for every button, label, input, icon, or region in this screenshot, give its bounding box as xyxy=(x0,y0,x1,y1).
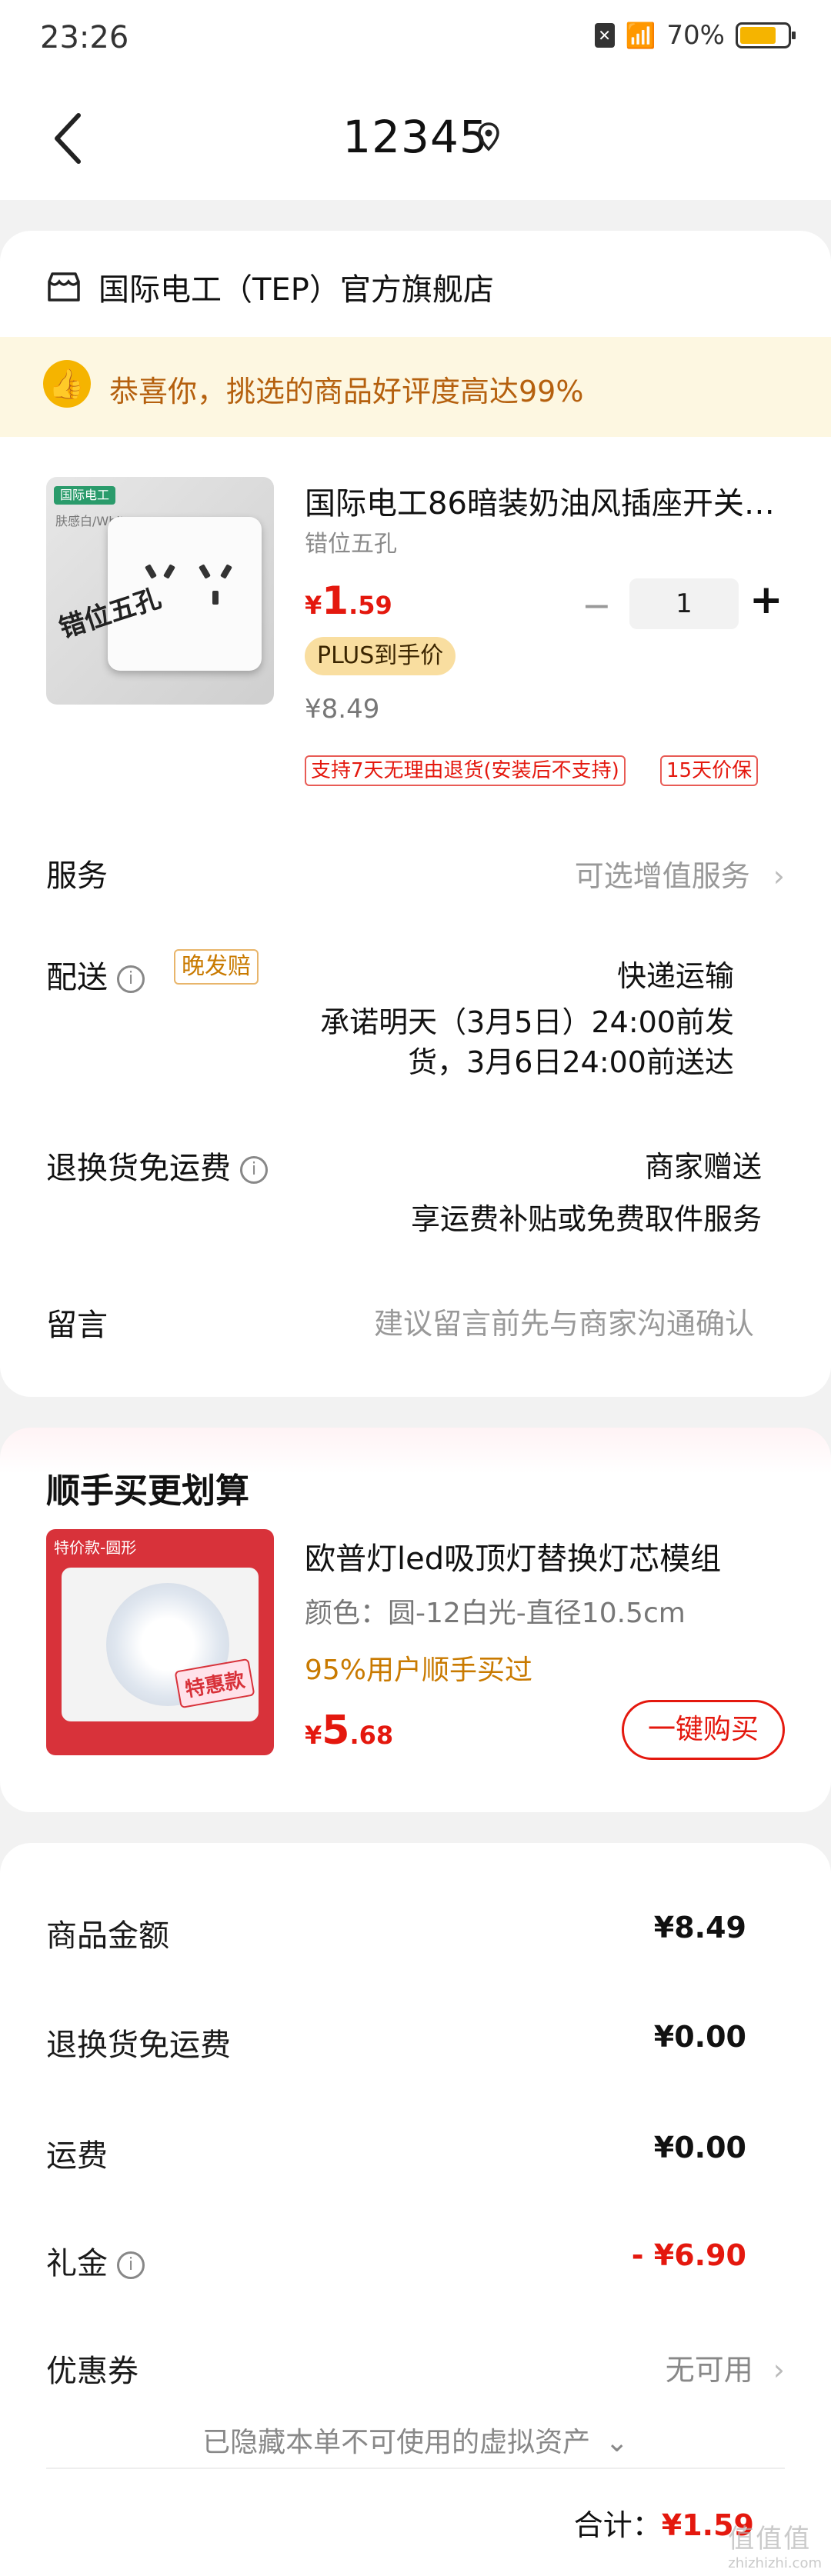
service-value-text: 可选增值服务 xyxy=(574,859,750,893)
chevron-right-icon: › xyxy=(773,2353,785,2387)
return-policy-tag: 支持7天无理由退货(安装后不支持) xyxy=(305,755,626,786)
promo-card: 顺手买更划算 特价款-圆形 特惠款 欧普灯led吸顶灯替换灯芯模组 颜色：圆-1… xyxy=(0,1428,831,1812)
store-icon xyxy=(48,272,80,302)
summary-return-value: ¥0.00 xyxy=(653,2020,746,2054)
delivery-method[interactable]: 快递运输 xyxy=(617,952,734,995)
summary-coupon-label: 优惠券 xyxy=(46,2354,138,2389)
one-click-buy-button[interactable]: 一键购买 xyxy=(622,1700,785,1760)
return-ship-label: 退换货免运费 i xyxy=(46,1143,268,1188)
original-price: ¥8.49 xyxy=(305,694,380,725)
promo-image-top: 特价款-圆形 xyxy=(54,1538,137,1557)
site-watermark: 值值值 zhizhizhi.com xyxy=(728,2518,822,2571)
product-spec[interactable]: 错位五孔 xyxy=(305,525,397,558)
summary-goods: 商品金额 ¥8.49 xyxy=(46,1911,785,1955)
status-time: 23:26 xyxy=(40,20,129,55)
summary-coupon-text: 无可用 xyxy=(665,2353,753,2387)
sim-off-icon: ✕ xyxy=(594,23,615,48)
info-icon[interactable]: i xyxy=(117,965,145,993)
delivery-promise-1: 承诺明天（3月5日）24:00前发 xyxy=(320,1005,734,1039)
promo-title: 顺手买更划算 xyxy=(46,1471,249,1511)
location-pin-icon[interactable] xyxy=(477,122,500,152)
delivery-label-text: 配送 xyxy=(46,960,108,995)
brand-tag: 国际电工 xyxy=(54,486,116,505)
promo-price-symbol: ¥ xyxy=(305,1721,322,1750)
product-image[interactable]: 国际电工 肤感白/White 错位五孔 xyxy=(46,477,274,705)
message-label: 留言 xyxy=(46,1308,108,1343)
message-input[interactable]: 建议留言前先与商家沟通确认 xyxy=(374,1300,754,1342)
promo-stat: 95%用户顺手买过 xyxy=(305,1655,533,1686)
order-total: 合计：¥1.59 xyxy=(574,2501,754,2544)
quantity-input[interactable]: 1 xyxy=(629,578,739,629)
watermark-sub: zhizhizhi.com xyxy=(728,2555,822,2571)
summary-coupon[interactable]: 优惠券 无可用 › xyxy=(46,2346,785,2391)
chevron-down-icon: ⌄ xyxy=(605,2427,629,2458)
battery-icon xyxy=(736,22,796,48)
summary-ship: 运费 ¥0.00 xyxy=(46,2131,785,2175)
quantity-plus-button[interactable]: + xyxy=(749,577,783,623)
total-label: 合计： xyxy=(573,2508,662,2542)
rating-banner: 👍 恭喜你，挑选的商品好评度高达99% xyxy=(0,337,831,437)
battery-percent: 70% xyxy=(666,20,725,51)
price-protect-tag: 15天价保 xyxy=(660,755,759,786)
promo-price-int: 5 xyxy=(322,1708,350,1754)
summary-goods-label: 商品金额 xyxy=(46,1918,169,1954)
order-confirm-page: 23:26 ✕ 📶 70% 12345 国际电工（TEP）官方旗舰店 👍 恭喜你… xyxy=(0,0,831,2576)
hidden-assets-toggle[interactable]: 已隐藏本单不可使用的虚拟资产 ⌄ xyxy=(0,2420,831,2460)
return-ship-note: 享运费补贴或免费取件服务 xyxy=(410,1202,762,1236)
watermark-text: 值值值 xyxy=(728,2524,812,2554)
hidden-assets-text: 已隐藏本单不可使用的虚拟资产 xyxy=(202,2427,591,2458)
thumbs-up-icon: 👍 xyxy=(43,360,91,408)
quantity-minus-button[interactable]: − xyxy=(582,585,612,626)
wifi-icon: 📶 xyxy=(625,21,656,50)
return-ship-value: 商家赠送 xyxy=(644,1150,762,1184)
service-label: 服务 xyxy=(46,858,108,894)
service-value[interactable]: 可选增值服务 › xyxy=(575,852,785,895)
late-compensation-tag: 晚发赔 xyxy=(174,949,259,985)
summary-return: 退换货免运费 ¥0.00 xyxy=(46,2020,785,2064)
return-ship-label-text: 退换货免运费 xyxy=(46,1151,231,1186)
status-icons: ✕ 📶 70% xyxy=(594,20,796,51)
rating-text: 恭喜你，挑选的商品好评度高达99% xyxy=(109,375,584,408)
summary-gift-value: - ¥6.90 xyxy=(631,2238,746,2272)
summary-gift: 礼金 i - ¥6.90 xyxy=(46,2238,785,2283)
product-price: ¥1.59 xyxy=(305,578,392,623)
promo-price: ¥5.68 xyxy=(305,1708,393,1754)
divider xyxy=(46,2468,785,2469)
plus-price-tag: PLUS到手价 xyxy=(305,637,456,675)
promo-price-dec: .68 xyxy=(349,1721,394,1750)
promo-name[interactable]: 欧普灯led吸顶灯替换灯芯模组 xyxy=(305,1534,782,1578)
product-title[interactable]: 国际电工86暗装奶油风插座开关面板 xyxy=(305,478,782,523)
store-row[interactable]: 国际电工（TEP）官方旗舰店 xyxy=(46,265,494,309)
summary-ship-value: ¥0.00 xyxy=(653,2131,746,2164)
summary-ship-label: 运费 xyxy=(46,2138,108,2174)
summary-coupon-value: 无可用 › xyxy=(666,2346,785,2388)
store-name: 国际电工（TEP）官方旗舰店 xyxy=(98,272,494,308)
price-int: 1 xyxy=(322,578,349,623)
status-bar: 23:26 ✕ 📶 70% xyxy=(0,0,831,77)
summary-goods-value: ¥8.49 xyxy=(653,1911,746,1944)
chevron-right-icon: › xyxy=(773,859,785,893)
info-icon[interactable]: i xyxy=(117,2251,145,2279)
delivery-promise-2: 货，3月6日24:00前送达 xyxy=(408,1045,734,1079)
price-symbol: ¥ xyxy=(305,591,322,620)
delivery-label: 配送 i xyxy=(46,952,145,997)
summary-gift-label: 礼金 xyxy=(46,2246,108,2281)
promo-spec: 颜色：圆-12白光-直径10.5cm xyxy=(305,1598,686,1629)
promo-image[interactable]: 特价款-圆形 特惠款 xyxy=(46,1529,274,1755)
info-icon[interactable]: i xyxy=(240,1156,268,1184)
address-title[interactable]: 12345 xyxy=(0,111,831,163)
price-dec: .59 xyxy=(349,591,392,620)
nav-bar: 12345 xyxy=(0,77,831,200)
summary-return-label: 退换货免运费 xyxy=(46,2028,231,2063)
